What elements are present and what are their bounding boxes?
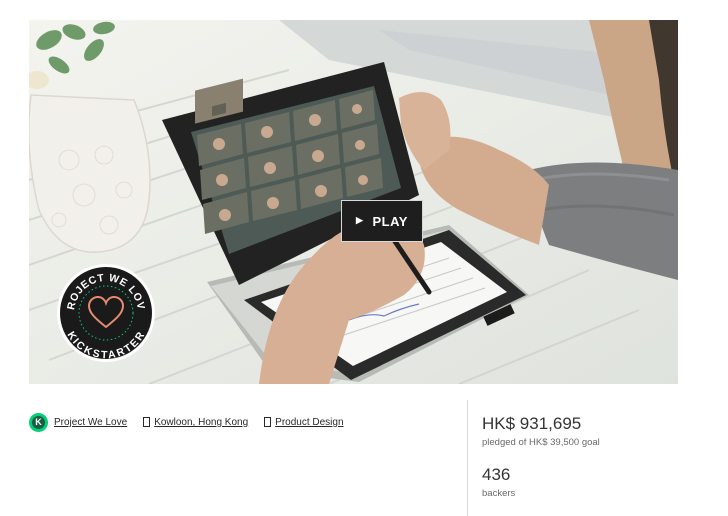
backers-caption: backers: [482, 488, 516, 499]
tag-category[interactable]: Product Design: [264, 416, 344, 428]
backers-count: 436: [482, 465, 511, 484]
funding-stats: HK$ 931,695 pledged of HK$ 39,500 goal 4…: [482, 413, 600, 499]
stats-divider: [467, 400, 468, 516]
tag-project-we-love-label[interactable]: Project We Love: [54, 417, 127, 428]
play-button[interactable]: ▶ PLAY: [341, 200, 423, 242]
project-tags: K Project We Love Kowloon, Hong Kong Pro…: [29, 413, 360, 432]
category-icon: [264, 416, 272, 427]
tag-location[interactable]: Kowloon, Hong Kong: [143, 416, 248, 428]
project-we-love-badge: PROJECT WE LOVE KICKSTARTER: [56, 263, 155, 362]
pledged-stat: HK$ 931,695 pledged of HK$ 39,500 goal: [482, 413, 600, 448]
backers-stat: 436 backers: [482, 464, 600, 499]
pledged-amount: HK$ 931,695: [482, 414, 582, 433]
kickstarter-logo-icon: K: [29, 413, 48, 432]
play-icon: ▶: [356, 214, 364, 225]
tag-location-label[interactable]: Kowloon, Hong Kong: [154, 417, 248, 428]
tag-category-label[interactable]: Product Design: [275, 417, 343, 428]
tag-project-we-love[interactable]: K Project We Love: [29, 413, 127, 432]
play-label: PLAY: [372, 213, 408, 229]
location-icon: [143, 416, 151, 427]
pledged-caption: pledged of HK$ 39,500 goal: [482, 437, 600, 448]
project-video[interactable]: PROJECT WE LOVE KICKSTARTER ▶ PLAY: [29, 20, 678, 384]
